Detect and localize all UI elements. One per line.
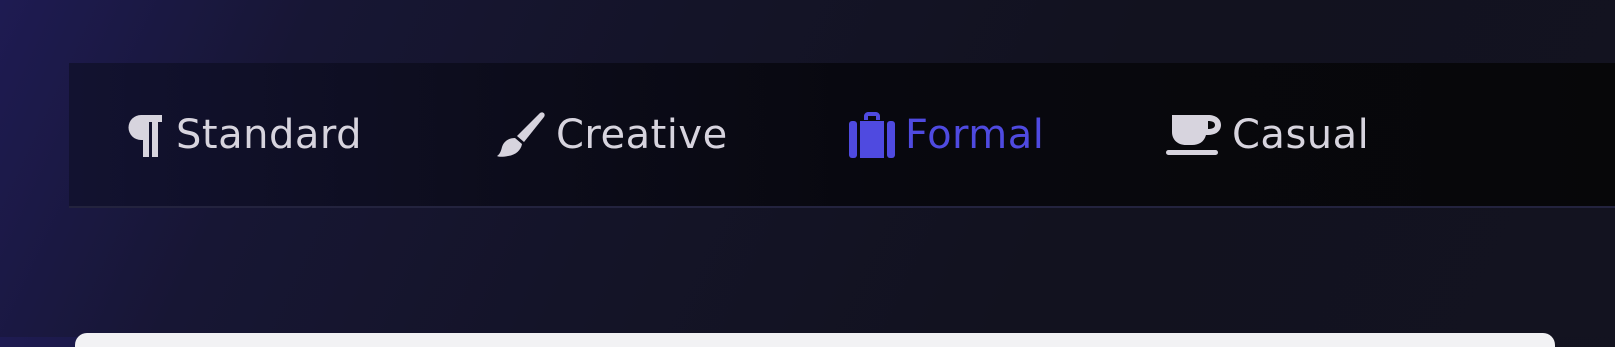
paragraph-icon <box>126 113 166 157</box>
tab-standard[interactable]: Standard <box>126 63 362 206</box>
tab-casual[interactable]: Casual <box>1166 63 1369 206</box>
tone-tab-bar: Standard Creative Formal Casual <box>69 63 1615 208</box>
tab-creative[interactable]: Creative <box>496 63 728 206</box>
tab-label: Casual <box>1232 111 1370 158</box>
coffee-cup-icon <box>1166 113 1222 157</box>
tab-label: Formal <box>905 111 1045 158</box>
paintbrush-icon <box>496 111 546 159</box>
briefcase-icon <box>849 111 895 158</box>
content-panel-edge <box>75 333 1555 347</box>
tab-label: Creative <box>556 111 728 158</box>
tab-formal[interactable]: Formal <box>849 63 1044 206</box>
tab-label: Standard <box>176 111 362 158</box>
